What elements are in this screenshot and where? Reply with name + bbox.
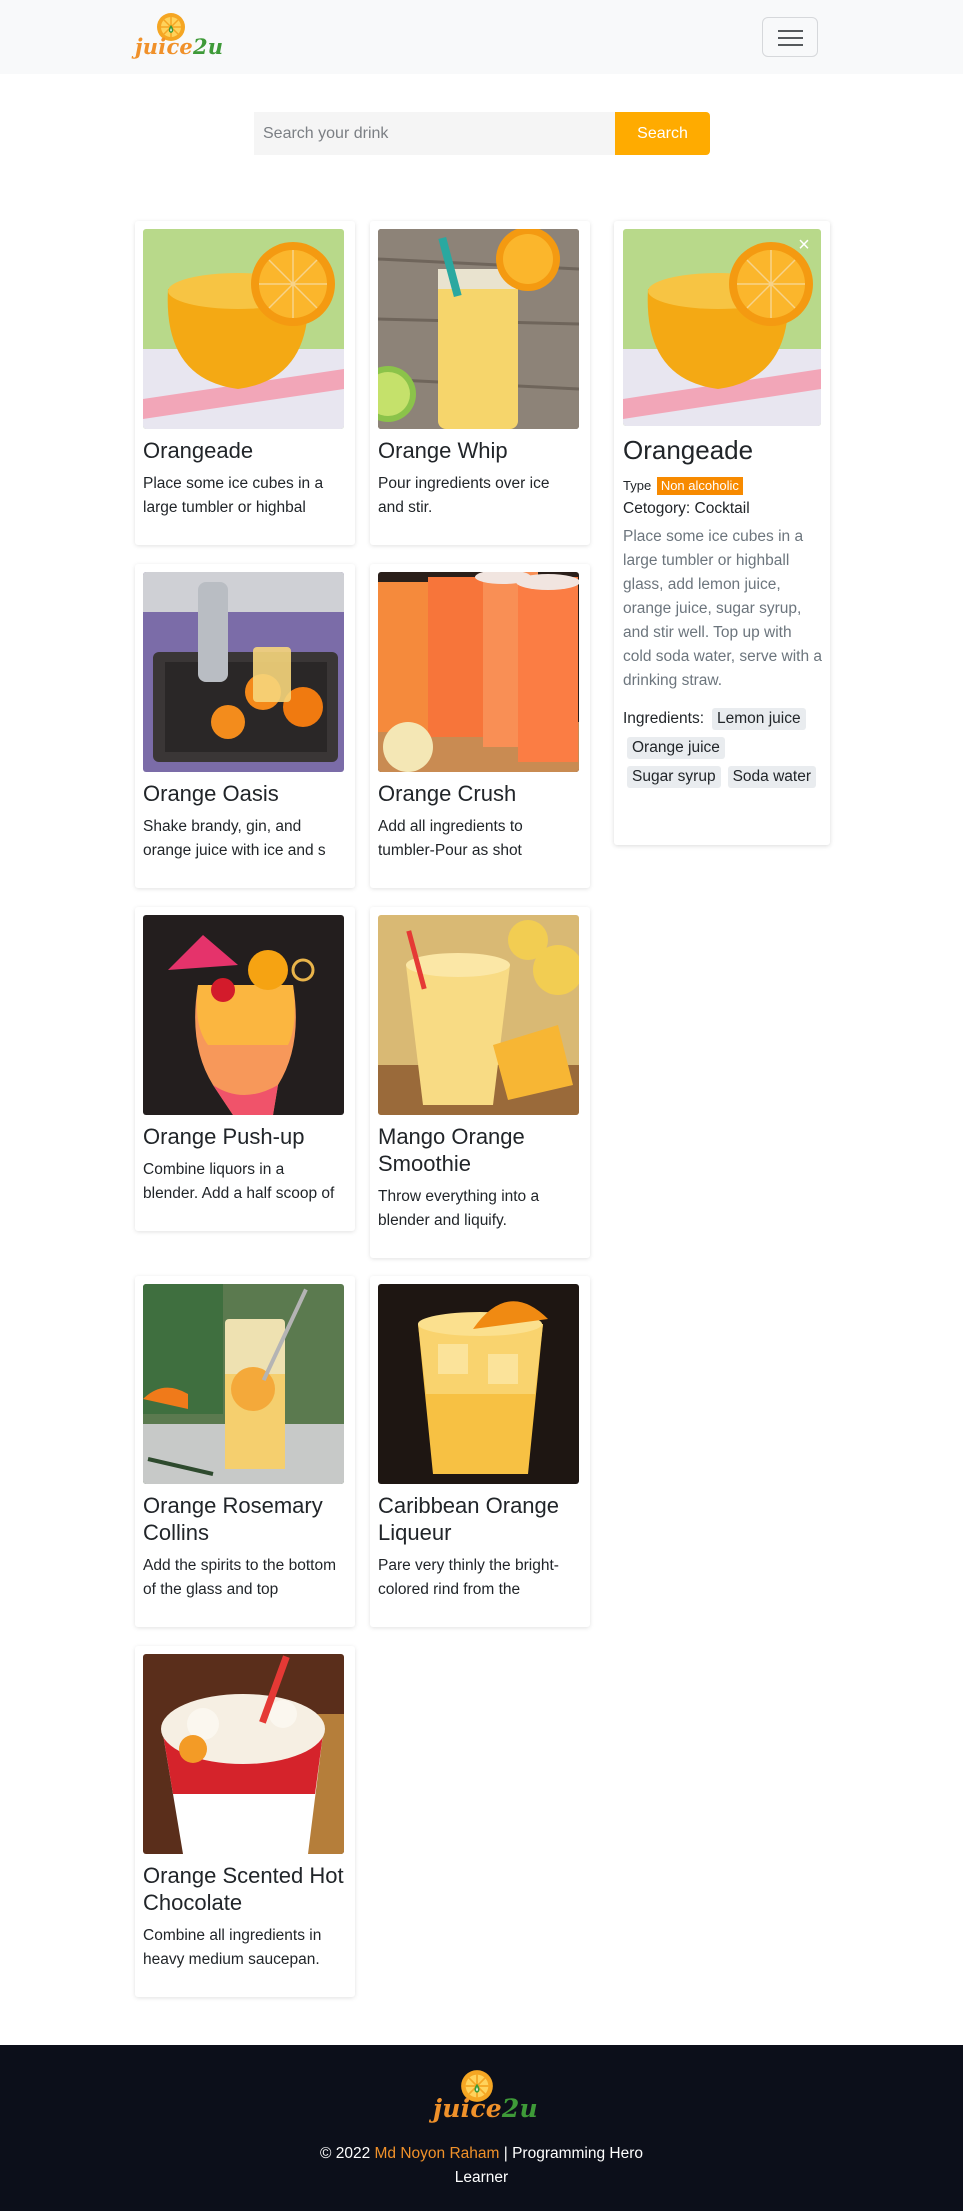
hamburger-icon	[778, 30, 803, 32]
search-input[interactable]	[254, 112, 615, 155]
brand-name: juice2u	[135, 34, 224, 59]
hamburger-icon-bar	[778, 37, 803, 39]
drink-title: Orange Rosemary Collins	[143, 1493, 323, 1545]
type-label: Type	[623, 478, 652, 493]
drink-card[interactable]: Orange Push-up Combine liquors in a blen…	[135, 907, 355, 1231]
search-button[interactable]: Search	[615, 112, 710, 155]
drink-card[interactable]: Mango Orange Smoothie Throw everything i…	[370, 907, 590, 1258]
drink-card[interactable]: Orange Whip Pour ingredients over ice an…	[370, 221, 590, 545]
drink-image	[143, 915, 344, 1115]
close-icon[interactable]: ×	[794, 235, 814, 255]
drink-image	[143, 229, 344, 429]
drink-detail-panel: × Orangeade Type Non alcoholic Cetogory:…	[614, 221, 830, 845]
drink-description: Place some ice cubes in a large tumbler …	[143, 475, 324, 516]
search-bar: Search	[254, 112, 710, 155]
ingredient-chip: Lemon juice	[712, 708, 806, 730]
drink-card[interactable]: Orange Rosemary Collins Add the spirits …	[135, 1276, 355, 1627]
author-link[interactable]: Md Noyon Raham	[375, 2145, 500, 2162]
ingredient-chip: Soda water	[727, 766, 816, 788]
drink-image	[143, 572, 344, 772]
drink-title: Orangeade	[143, 438, 254, 463]
detail-category: Cetogory: Cocktail	[623, 500, 750, 517]
drink-description: Throw everything into a blender and liqu…	[378, 1188, 540, 1229]
detail-title: Orangeade	[623, 435, 754, 465]
ingredient-chip: Sugar syrup	[627, 766, 721, 788]
copyright-text: © 2022 Md Noyon Raham | Programming Hero…	[300, 2142, 663, 2190]
drink-title: Orange Push-up	[143, 1124, 305, 1149]
navbar: juice2u	[0, 0, 963, 74]
drink-title: Mango Orange Smoothie	[378, 1124, 525, 1176]
drink-description: Combine all ingredients in heavy medium …	[143, 1927, 322, 1968]
drink-description: Add the spirits to the bottom of the gla…	[143, 1557, 336, 1598]
menu-toggle-button[interactable]	[762, 17, 818, 57]
drink-card[interactable]: Orangeade Place some ice cubes in a larg…	[135, 221, 355, 545]
drink-title: Orange Oasis	[143, 781, 279, 806]
drink-title: Caribbean Orange Liqueur	[378, 1493, 560, 1545]
footer: juice2u © 2022 Md Noyon Raham | Programm…	[0, 2045, 963, 2211]
drink-title: Orange Crush	[378, 781, 517, 806]
drink-card[interactable]: Orange Crush Add all ingredients to tumb…	[370, 564, 590, 888]
drink-description: Combine liquors in a blender. Add a half…	[143, 1161, 335, 1202]
drink-image	[378, 572, 579, 772]
copyright-year: © 2022	[319, 2145, 371, 2162]
drink-description: Shake brandy, gin, and orange juice with…	[143, 818, 326, 859]
detail-instructions: Place some ice cubes in a large tumbler …	[623, 528, 823, 689]
drink-image	[143, 1654, 344, 1854]
drink-description: Pour ingredients over ice and stir.	[378, 475, 550, 516]
type-badge: Non alcoholic	[656, 477, 743, 495]
drink-image	[378, 1284, 579, 1484]
detail-type-row: Type Non alcoholic	[623, 477, 743, 495]
hamburger-icon-bar	[778, 44, 803, 46]
footer-brand-logo[interactable]: juice2u	[433, 2069, 538, 2127]
brand-logo[interactable]: juice2u	[135, 12, 223, 62]
drink-card[interactable]: Orange Scented Hot Chocolate Combine all…	[135, 1646, 355, 1997]
ingredients-list: Ingredients: Lemon juice Orange juice Sug…	[623, 708, 828, 795]
footer-brand-name: juice2u	[433, 2094, 538, 2123]
drink-card[interactable]: Caribbean Orange Liqueur Pare very thinl…	[370, 1276, 590, 1627]
ingredients-label: Ingredients:	[623, 710, 704, 727]
detail-drink-image	[623, 229, 821, 426]
drink-description: Add all ingredients to tumbler-Pour as s…	[378, 818, 523, 859]
drink-image	[143, 1284, 344, 1484]
ingredient-chip: Orange juice	[627, 737, 725, 759]
drink-title: Orange Scented Hot Chocolate	[143, 1863, 344, 1915]
drink-image	[378, 229, 579, 429]
drink-title: Orange Whip	[378, 438, 508, 463]
drink-card[interactable]: Orange Oasis Shake brandy, gin, and oran…	[135, 564, 355, 888]
drink-description: Pare very thinly the bright-colored rind…	[378, 1557, 559, 1598]
drink-image	[378, 915, 579, 1115]
